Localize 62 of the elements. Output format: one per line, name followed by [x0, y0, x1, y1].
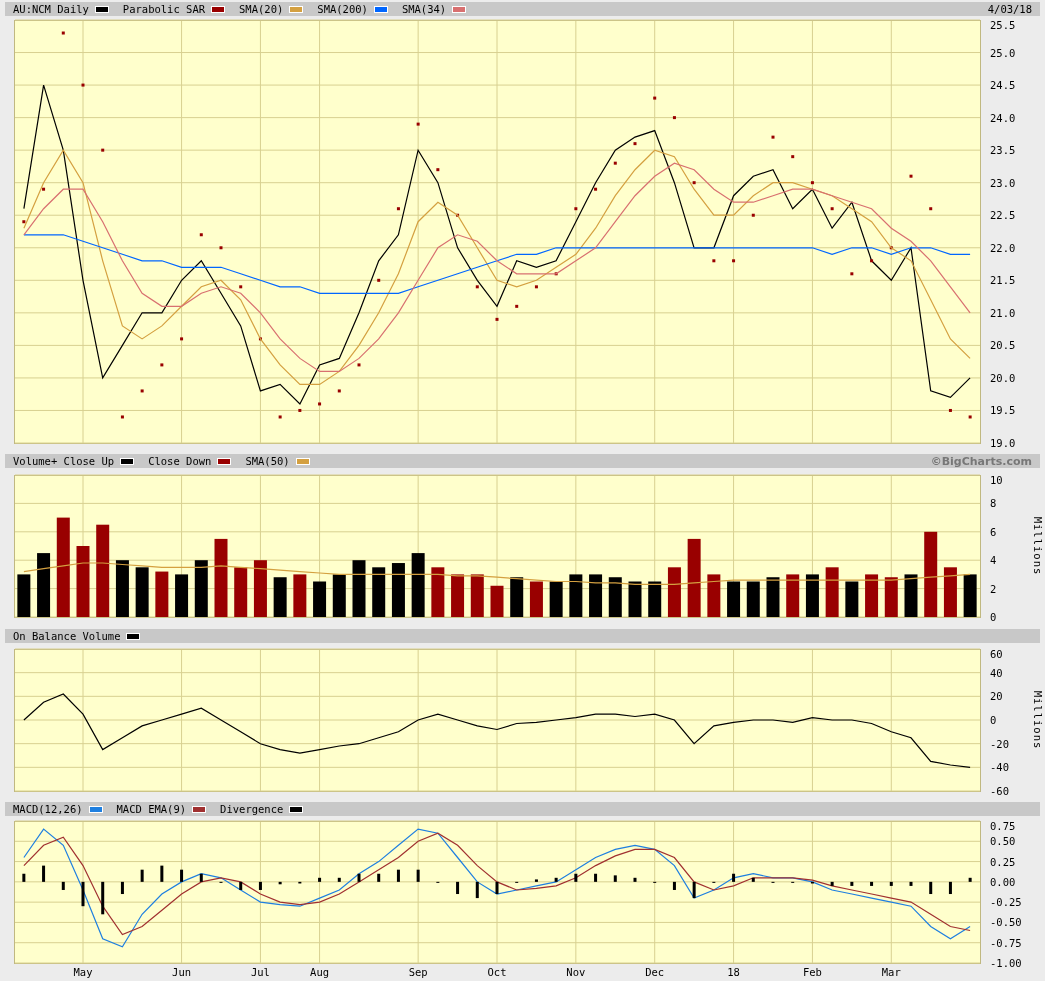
- axis-label: Nov: [566, 966, 586, 978]
- axis-label: 2: [990, 582, 997, 595]
- legend-label: On Balance Volume: [13, 630, 121, 642]
- axis-label: 0.00: [990, 875, 1016, 888]
- axis-label: 10: [990, 474, 1003, 486]
- axis-label: -0.25: [990, 896, 1022, 909]
- legend-label: SMA(34): [401, 3, 447, 15]
- axis-label: -0.75: [990, 936, 1022, 949]
- axis-label: 40: [990, 666, 1003, 679]
- axis-label: Jul: [250, 966, 270, 978]
- legend-label: Divergence: [220, 803, 284, 815]
- axis-label: Feb: [802, 966, 822, 978]
- axis-label: -60: [990, 785, 1009, 797]
- axis-label: 24.0: [990, 111, 1016, 124]
- axis-label: 25.5: [990, 19, 1016, 31]
- legend-label: MACD(12,26): [13, 803, 83, 815]
- axis-title: Millions: [1032, 516, 1044, 576]
- axis-label: 25.0: [990, 46, 1016, 59]
- legend-label: SMA(200): [317, 3, 368, 15]
- axis-label: -20: [990, 737, 1009, 750]
- axis-label: 18: [727, 966, 740, 978]
- axis-label: Oct: [487, 966, 507, 978]
- axis-label: 0.75: [990, 820, 1016, 832]
- axis-label: 4: [990, 554, 997, 567]
- axis-label: 19.5: [990, 404, 1016, 417]
- axis-label: 23.5: [990, 144, 1016, 157]
- legend-label: Close Down: [148, 455, 212, 467]
- axis-label: -0.50: [990, 916, 1022, 929]
- legend-label: Parabolic SAR: [122, 3, 206, 15]
- axis-label: 21.0: [990, 306, 1016, 319]
- axis-label: Mar: [881, 966, 901, 978]
- legend-label: SMA(50): [245, 455, 290, 467]
- axis-label: -1.00: [990, 957, 1022, 969]
- axis-label: 60: [990, 648, 1003, 660]
- axis-label: -40: [990, 761, 1009, 774]
- axis-label: 6: [990, 525, 997, 538]
- axis-label: 24.5: [990, 79, 1016, 92]
- axis-label: 0: [990, 611, 997, 623]
- axis-label: 20.5: [990, 339, 1016, 352]
- axis-label: 0: [990, 714, 997, 726]
- legend-label: MACD EMA(9): [116, 803, 187, 815]
- axis-label: 22.0: [990, 241, 1016, 254]
- axis-title: Millions: [1032, 690, 1044, 750]
- legend-label: SMA(20): [239, 3, 284, 15]
- axis-label: Jun: [172, 966, 192, 978]
- axis-label: 0.25: [990, 855, 1016, 868]
- axis-label: 8: [990, 497, 997, 510]
- legend-label: AU:NCM Daily: [13, 3, 89, 15]
- axis-label: 19.0: [990, 437, 1016, 449]
- legend-label: Volume+ Close Up: [13, 455, 115, 467]
- axis-label: 20.0: [990, 371, 1016, 384]
- axis-label: Aug: [310, 966, 330, 978]
- axis-label: 0.50: [990, 835, 1016, 848]
- axis-label: 21.5: [990, 274, 1016, 287]
- credit-text: ©BigCharts.com: [930, 454, 1032, 468]
- axis-label: May: [73, 966, 93, 978]
- axis-label: Sep: [408, 966, 428, 978]
- axis-label: 20: [990, 690, 1003, 703]
- axis-label: 23.0: [990, 176, 1016, 189]
- axis-label: Dec: [645, 966, 665, 978]
- chart-date: 4/03/18: [987, 3, 1032, 15]
- axis-label: 22.5: [990, 209, 1016, 222]
